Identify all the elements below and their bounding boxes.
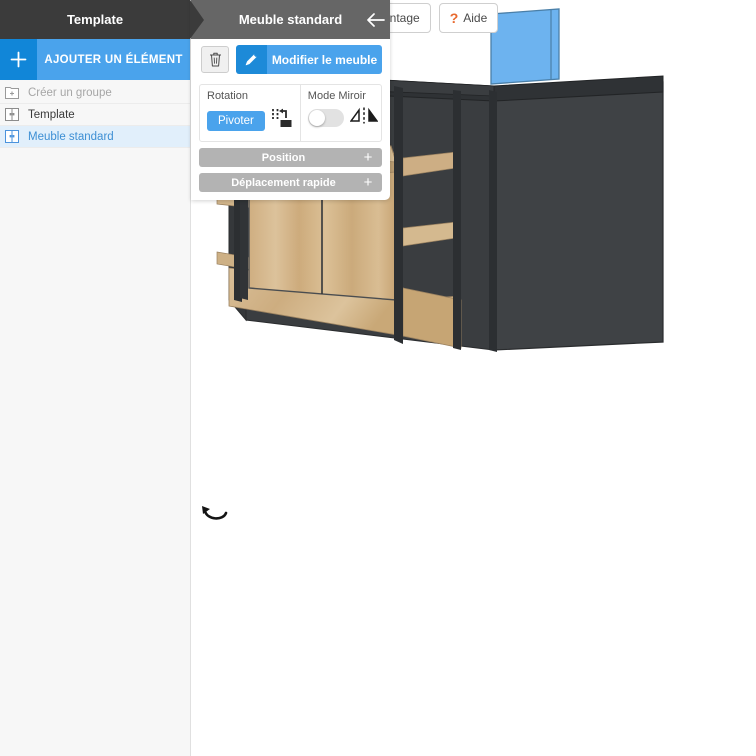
left-sidebar: Template AJOUTER UN ÉLÉMENT Créer un gro…	[0, 0, 191, 756]
rotation-title: Rotation	[207, 90, 248, 102]
tree-item-label: Créer un groupe	[28, 86, 112, 99]
properties-body: Rotation Pivoter Mode Miroir Position + …	[191, 80, 390, 200]
plus-icon[interactable]: +	[354, 150, 382, 165]
element-tree: Créer un groupe Template Meuble standard	[0, 80, 190, 148]
sidebar-title: Template	[0, 0, 190, 39]
rotation-section: Rotation Pivoter	[200, 85, 301, 141]
tree-item-label: Template	[28, 108, 75, 121]
cabinet-icon	[5, 108, 25, 121]
rotation-mirror-group: Rotation Pivoter Mode Miroir	[199, 84, 382, 142]
help-label: Aide	[463, 11, 488, 25]
properties-toolbar: Modifier le meuble	[191, 39, 390, 80]
properties-title: Meuble standard	[238, 12, 343, 27]
back-button[interactable]	[366, 0, 385, 39]
deplacement-rapide-collapsible[interactable]: Déplacement rapide +	[199, 173, 382, 192]
app-root: ontage ? Aide Template AJOUTER UN ÉLÉMEN…	[0, 0, 756, 756]
pencil-icon	[236, 45, 267, 74]
rotate-arrow-icon	[202, 506, 228, 520]
breadcrumb-notch-icon	[190, 0, 204, 39]
top-right-toolbar: ontage ? Aide	[372, 3, 499, 33]
mirror-icon[interactable]	[349, 107, 379, 129]
help-button[interactable]: ? Aide	[438, 3, 499, 33]
arrow-left-icon	[367, 12, 385, 27]
trash-icon	[209, 52, 221, 67]
properties-panel: Meuble standard Modifier le meuble Rotat…	[190, 0, 390, 200]
rotate-handle[interactable]	[199, 498, 233, 532]
folder-plus-icon	[5, 86, 25, 99]
plus-icon	[10, 51, 27, 68]
tree-item-template[interactable]: Template	[0, 104, 190, 126]
pivot-button[interactable]: Pivoter	[207, 110, 265, 131]
tree-item-meuble-standard[interactable]: Meuble standard	[0, 126, 190, 148]
add-plus-button[interactable]	[0, 39, 37, 80]
mirror-title: Mode Miroir	[307, 90, 366, 102]
tree-item-creer-un-groupe[interactable]: Créer un groupe	[0, 82, 190, 104]
tree-item-label: Meuble standard	[28, 130, 114, 143]
edit-furniture-button[interactable]: Modifier le meuble	[236, 45, 382, 74]
add-element-label: AJOUTER UN ÉLÉMENT	[37, 39, 190, 80]
position-collapsible[interactable]: Position +	[199, 148, 382, 167]
toggle-knob	[308, 110, 325, 126]
deplacement-rapide-label: Déplacement rapide	[231, 176, 336, 189]
delete-button[interactable]	[201, 46, 229, 73]
add-element-bar[interactable]: AJOUTER UN ÉLÉMENT	[0, 39, 190, 80]
properties-header: Meuble standard	[190, 0, 390, 39]
edit-furniture-label: Modifier le meuble	[267, 45, 382, 74]
position-label: Position	[261, 151, 306, 164]
rotate-object-icon[interactable]	[271, 107, 293, 134]
mirror-section: Mode Miroir	[301, 85, 381, 141]
question-icon: ?	[449, 10, 459, 26]
cabinet-icon	[5, 130, 25, 143]
plus-icon[interactable]: +	[354, 175, 382, 190]
mirror-mode-toggle[interactable]	[307, 109, 344, 127]
